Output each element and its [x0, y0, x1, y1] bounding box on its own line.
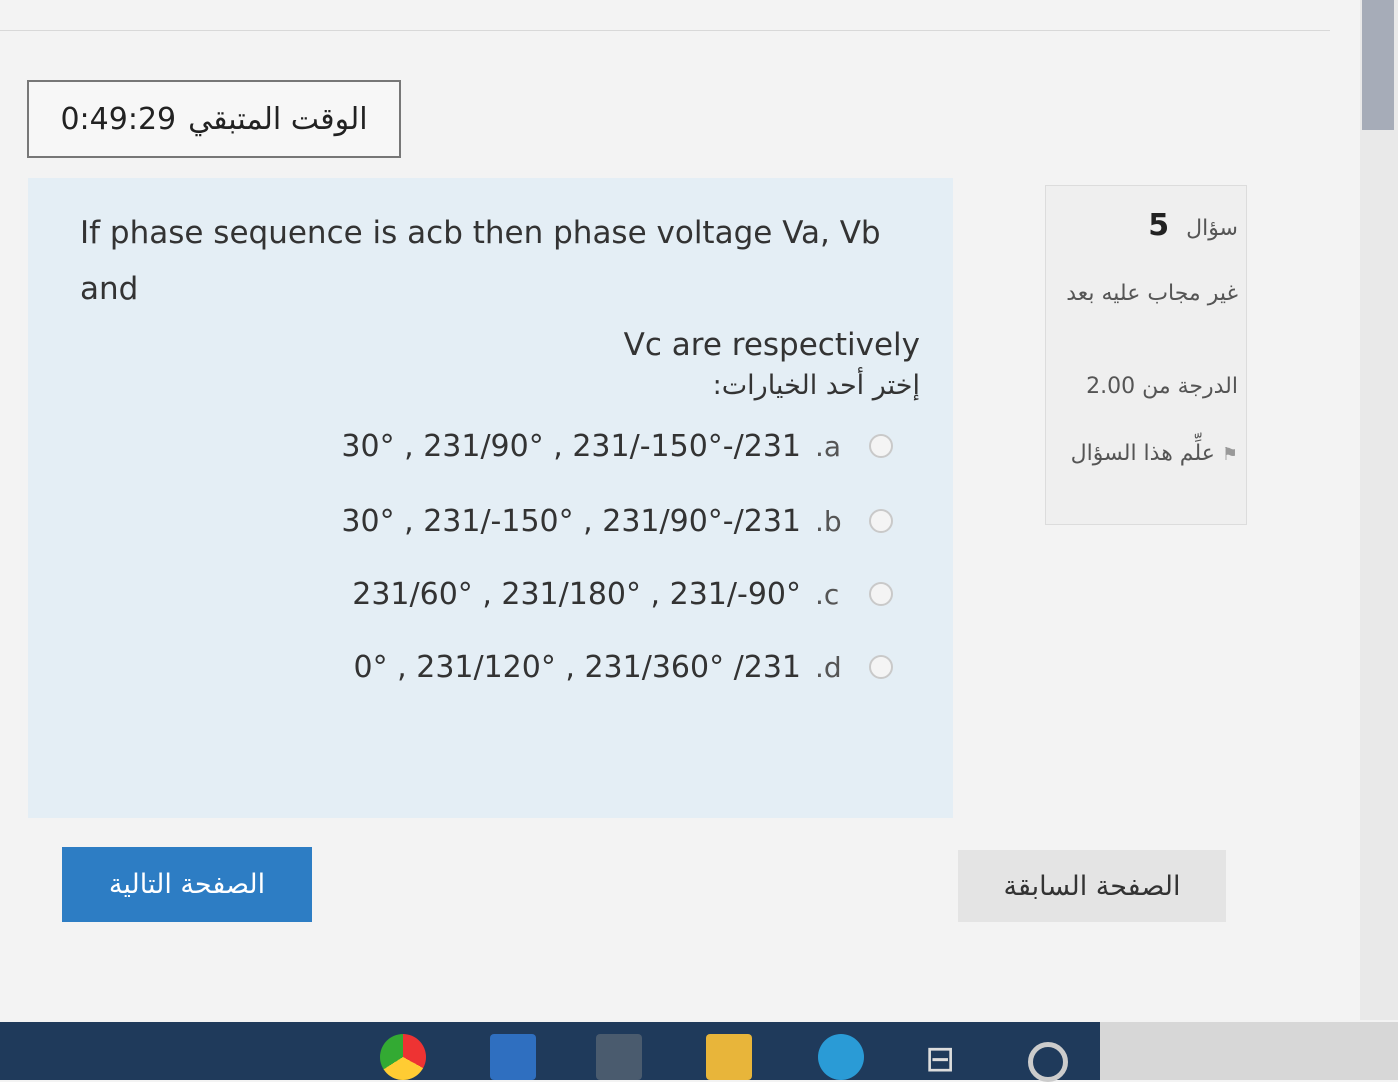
option-a[interactable]: 30° , 231/90° , 231/-150°-/231 .a	[341, 422, 893, 470]
option-b[interactable]: 30° , 231/-150° , 231/90°-/231 .b	[341, 497, 893, 545]
taskbar: ⊟	[0, 1022, 1398, 1082]
scrollbar[interactable]	[1360, 0, 1398, 1020]
cortana-icon[interactable]	[1028, 1042, 1068, 1082]
option-letter: .d	[815, 650, 842, 684]
question-text: If phase sequence is acb then phase volt…	[80, 205, 920, 373]
option-d[interactable]: 0° , 231/120° , 231/360° /231 .d	[354, 643, 893, 691]
option-c[interactable]: 231/60° , 231/180° , 231/-90° .c	[352, 570, 893, 618]
question-label: سؤال	[1186, 216, 1238, 241]
option-text[interactable]: 0° , 231/120° , 231/360° /231	[354, 650, 801, 685]
store-icon[interactable]	[596, 1034, 642, 1080]
flag-question[interactable]: ⚑ علِّم هذا السؤال	[1058, 434, 1238, 475]
option-letter: .a	[815, 429, 842, 463]
timer-label: الوقت المتبقي	[188, 101, 368, 137]
files-icon[interactable]	[706, 1034, 752, 1080]
taskview-icon[interactable]: ⊟	[925, 1040, 967, 1080]
option-text[interactable]: 30° , 231/-150° , 231/90°-/231	[341, 504, 801, 539]
radio-button[interactable]	[869, 655, 893, 679]
edge-icon[interactable]	[818, 1034, 864, 1080]
question-line1: If phase sequence is acb then phase volt…	[80, 215, 881, 307]
flag-question-label[interactable]: علِّم هذا السؤال	[1071, 441, 1215, 466]
flag-icon[interactable]: ⚑	[1222, 444, 1238, 465]
taskbar-tray	[1100, 1022, 1398, 1080]
question-mark: الدرجة من 2.00	[1086, 374, 1238, 399]
scrollbar-thumb[interactable]	[1362, 0, 1394, 130]
choose-option-prompt: إختر أحد الخيارات:	[712, 370, 920, 401]
next-page-button[interactable]: الصفحة التالية	[62, 847, 312, 922]
mail-icon[interactable]	[490, 1034, 536, 1080]
radio-button[interactable]	[869, 509, 893, 533]
question-line2: Vc are respectively	[623, 327, 920, 363]
option-letter: .c	[815, 577, 840, 611]
question-info: سؤال 5 غير مجاب عليه بعد الدرجة من 2.00 …	[1045, 185, 1247, 525]
radio-button[interactable]	[869, 434, 893, 458]
question-status: غير مجاب عليه بعد	[1066, 281, 1238, 306]
timer-value: 0:49:29	[60, 101, 177, 137]
question-number-value: 5	[1148, 208, 1170, 243]
option-text[interactable]: 30° , 231/90° , 231/-150°-/231	[341, 429, 801, 464]
option-letter: .b	[815, 504, 842, 538]
previous-page-button[interactable]: الصفحة السابقة	[958, 850, 1226, 922]
chrome-icon[interactable]	[380, 1034, 426, 1080]
radio-button[interactable]	[869, 582, 893, 606]
timer: الوقت المتبقي 0:49:29	[27, 80, 401, 158]
option-text[interactable]: 231/60° , 231/180° , 231/-90°	[352, 577, 801, 612]
question-number: سؤال 5	[1148, 208, 1238, 243]
